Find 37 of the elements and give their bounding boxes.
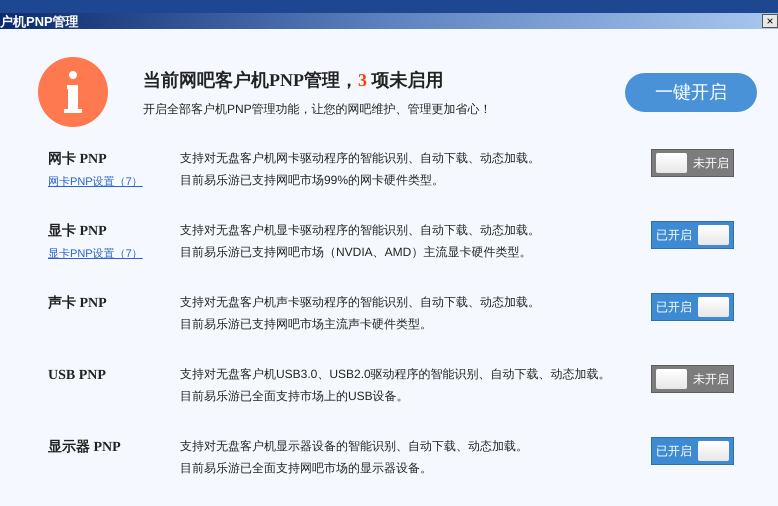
feature-name: USB PNP [48,367,107,385]
feature-description: 目前易乐游已支持网吧市场（NVDIA、AMD）主流显卡硬件类型。 [180,244,532,260]
header-subtitle: 开启全部客户机PNP管理功能，让您的网吧维护、管理更加省心！ [143,100,492,118]
feature-description: 目前易乐游已全面支持市场上的USB设备。 [180,388,410,404]
toggle-switch[interactable]: 已开启 [651,221,734,249]
toggle-label: 已开启 [656,299,692,316]
settings-link[interactable]: 显卡PNP设置（7） [48,246,180,262]
toggle-knob [656,153,687,173]
toggle-knob [698,225,729,245]
feature-name: 网卡 PNP [48,150,108,169]
toggle-knob [698,441,729,461]
feature-description: 支持对无盘客户机显卡驱动程序的智能识别、自动下载、动态加载。 [180,222,541,238]
settings-link[interactable]: 网卡PNP设置（7） [48,174,180,190]
toggle-label: 已开启 [656,443,692,460]
toggle-label: 已开启 [656,227,692,244]
feature-description: 目前易乐游已全面支持网吧市场的显示器设备。 [180,460,433,476]
window-title: 户机PNP管理 [0,14,79,28]
close-button[interactable]: × [762,14,778,28]
feature-description: 目前易乐游已支持网吧市场99%的网卡硬件类型。 [180,172,446,188]
feature-description: 支持对无盘客户机显示器设备的智能识别、自动下载、动态加载。 [180,438,529,454]
feature-name: 显示器 PNP [48,438,122,457]
toggle-label: 未开启 [693,371,729,388]
toggle-switch[interactable]: 已开启 [651,293,734,321]
toggle-switch[interactable]: 未开启 [651,149,734,177]
toggle-switch[interactable]: 未开启 [651,365,734,393]
toggle-switch[interactable]: 已开启 [651,437,734,465]
feature-description: 目前易乐游已支持网吧市场主流声卡硬件类型。 [180,316,433,332]
toggle-knob [698,297,729,317]
feature-description: 支持对无盘客户机网卡驱动程序的智能识别、自动下载、动态加载。 [180,150,541,166]
feature-description: 支持对无盘客户机USB3.0、USB2.0驱动程序的智能识别、自动下载、动态加载。 [180,366,612,382]
feature-name: 声卡 PNP [48,294,108,313]
header-title: 当前网吧客户机PNP管理，3 项未启用 [143,68,444,92]
enable-all-button[interactable]: 一键开启 [625,72,757,112]
feature-description: 支持对无盘客户机声卡驱动程序的智能识别、自动下载、动态加载。 [180,294,541,310]
feature-name: 显卡 PNP [48,222,108,241]
toggle-knob [656,369,687,389]
toggle-label: 未开启 [693,155,729,172]
